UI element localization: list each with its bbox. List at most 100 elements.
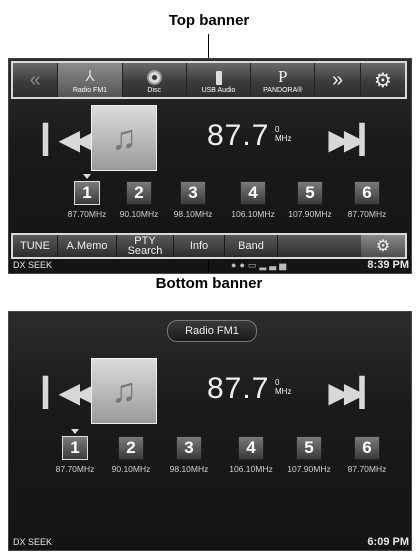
preset-4[interactable]: 4 106.10MHz — [225, 177, 281, 219]
frequency-unit-bottom: MHz — [275, 134, 292, 143]
preset-frequency: 106.10MHz — [231, 209, 275, 219]
frequency-unit-bottom: MHz — [275, 387, 292, 396]
amemo-button[interactable]: A.Memo — [58, 235, 117, 257]
previous-track-button[interactable]: ▎◀◀ — [43, 376, 96, 409]
bottom-banner: TUNE A.Memo PTY Search Info Band ⚙ — [11, 233, 407, 259]
band-button[interactable]: Band — [225, 235, 278, 257]
status-bar: DX SEEK ●●▭▂▃▅ 8:39 PM — [9, 259, 411, 272]
preset-list: 1 87.70MHz 2 90.10MHz 3 98.10MHz 4 106.1… — [9, 429, 411, 484]
usb-icon — [215, 71, 222, 85]
status-bar: DX SEEK 6:09 PM — [9, 536, 411, 549]
preset-frequency: 90.10MHz — [119, 209, 159, 219]
preset-number: 4 — [240, 181, 266, 205]
clock: 8:39 PM — [367, 259, 409, 271]
disc-icon — [146, 70, 162, 85]
preset-2[interactable]: 2 90.10MHz — [103, 432, 159, 474]
frequency-display: 87.7 — [207, 372, 270, 405]
preset-1[interactable]: 1 87.70MHz — [59, 174, 115, 219]
preset-number: 3 — [180, 181, 206, 205]
scroll-left-button[interactable]: « — [13, 63, 59, 97]
seek-mode-text: DX SEEK — [13, 537, 53, 547]
wrench-icon: ⚙ — [375, 238, 391, 255]
source-label: PANDORA® — [263, 87, 303, 94]
preset-number: 6 — [354, 181, 380, 205]
audio-setup-button[interactable]: ⚙ — [361, 235, 405, 257]
setup-button[interactable]: ⚙ — [361, 63, 405, 97]
preset-frequency: 106.10MHz — [229, 464, 273, 474]
preset-2[interactable]: 2 90.10MHz — [111, 177, 167, 219]
preset-frequency: 107.90MHz — [288, 209, 332, 219]
wrench-icon: ⚙ — [373, 69, 392, 92]
signal-icon: ▂▃▅ — [259, 260, 290, 270]
preset-number: 1 — [74, 181, 100, 205]
previous-track-button[interactable]: ▎◀◀ — [43, 123, 96, 156]
bottom-banner-spacer — [278, 235, 361, 257]
preset-frequency: 98.10MHz — [173, 209, 213, 219]
phone-icon: ● — [239, 260, 248, 270]
bottom-banner-callout-line — [208, 261, 209, 273]
preset-6[interactable]: 6 87.70MHz — [339, 177, 395, 219]
seek-mode-text: DX SEEK — [13, 260, 53, 270]
pty-search-button[interactable]: PTY Search — [117, 235, 174, 257]
preset-frequency: 87.70MHz — [67, 209, 107, 219]
now-playing-row: ▎◀◀ ♫ 87.7 0 MHz ▶▶▎ — [9, 103, 411, 173]
antenna-icon: ⅄ — [85, 68, 95, 85]
source-disc[interactable]: Disc — [123, 63, 187, 97]
preset-3[interactable]: 3 98.10MHz — [161, 432, 217, 474]
selected-marker-icon — [71, 429, 79, 434]
preset-5[interactable]: 5 107.90MHz — [282, 177, 338, 219]
album-art[interactable]: ♫ — [91, 358, 157, 424]
frequency-unit: 0 MHz — [275, 125, 291, 143]
source-label: USB Audio — [201, 87, 236, 94]
preset-6[interactable]: 6 87.70MHz — [339, 432, 395, 474]
top-banner-callout-line — [208, 34, 209, 58]
preset-frequency: 107.90MHz — [287, 464, 331, 474]
source-usb-audio[interactable]: USB Audio — [187, 63, 252, 97]
battery-icon: ▭ — [247, 260, 260, 270]
preset-number: 6 — [354, 436, 380, 460]
music-note-icon: ♫ — [111, 371, 137, 410]
preset-frequency: 87.70MHz — [347, 209, 387, 219]
tune-button[interactable]: TUNE — [13, 235, 58, 257]
preset-frequency: 98.10MHz — [169, 464, 209, 474]
selected-marker-icon — [83, 174, 91, 179]
next-track-button[interactable]: ▶▶▎ — [328, 376, 381, 409]
frequency-unit-top: 0 — [275, 378, 280, 387]
preset-list: 1 87.70MHz 2 90.10MHz 3 98.10MHz 4 106.1… — [9, 174, 411, 229]
frequency-display: 87.7 — [207, 119, 270, 152]
top-banner-caption: Top banner — [168, 12, 250, 29]
station-name-label: Radio FM1 — [167, 320, 257, 342]
radio-screen-full: Radio FM1 ▎◀◀ ♫ 87.7 0 MHz ▶▶▎ 1 87.70MH… — [8, 311, 412, 551]
music-note-icon: ♫ — [111, 118, 137, 157]
info-button[interactable]: Info — [174, 235, 225, 257]
preset-number: 2 — [118, 436, 144, 460]
frequency-unit: 0 MHz — [275, 378, 291, 396]
source-pandora[interactable]: P PANDORA® — [251, 63, 316, 97]
preset-number: 5 — [297, 181, 323, 205]
preset-frequency: 87.70MHz — [347, 464, 387, 474]
frequency-unit-top: 0 — [275, 125, 280, 134]
radio-screen-with-banners: « ⅄ Radio FM1 Disc USB Audio P PANDORA® … — [8, 58, 412, 274]
top-banner: « ⅄ Radio FM1 Disc USB Audio P PANDORA® … — [11, 61, 407, 99]
now-playing-row: ▎◀◀ ♫ 87.7 0 MHz ▶▶▎ — [9, 356, 411, 426]
preset-number: 5 — [296, 436, 322, 460]
bottom-banner-caption: Bottom banner — [155, 275, 263, 292]
preset-4[interactable]: 4 106.10MHz — [223, 432, 279, 474]
pandora-icon: P — [278, 67, 288, 86]
next-track-button[interactable]: ▶▶▎ — [328, 123, 381, 156]
preset-number: 2 — [126, 181, 152, 205]
source-label: Disc — [147, 87, 162, 94]
source-radio-fm1[interactable]: ⅄ Radio FM1 — [58, 63, 123, 97]
preset-frequency: 87.70MHz — [55, 464, 95, 474]
preset-1[interactable]: 1 87.70MHz — [47, 429, 103, 474]
preset-number: 1 — [62, 436, 88, 460]
preset-frequency: 90.10MHz — [111, 464, 151, 474]
source-label: Radio FM1 — [72, 87, 108, 94]
preset-number: 4 — [238, 436, 264, 460]
status-icons: ●●▭▂▃▅ — [231, 260, 289, 271]
album-art[interactable]: ♫ — [91, 105, 157, 171]
scroll-right-button[interactable]: » — [315, 63, 361, 97]
preset-3[interactable]: 3 98.10MHz — [165, 177, 221, 219]
preset-5[interactable]: 5 107.90MHz — [281, 432, 337, 474]
clock: 6:09 PM — [367, 536, 409, 548]
